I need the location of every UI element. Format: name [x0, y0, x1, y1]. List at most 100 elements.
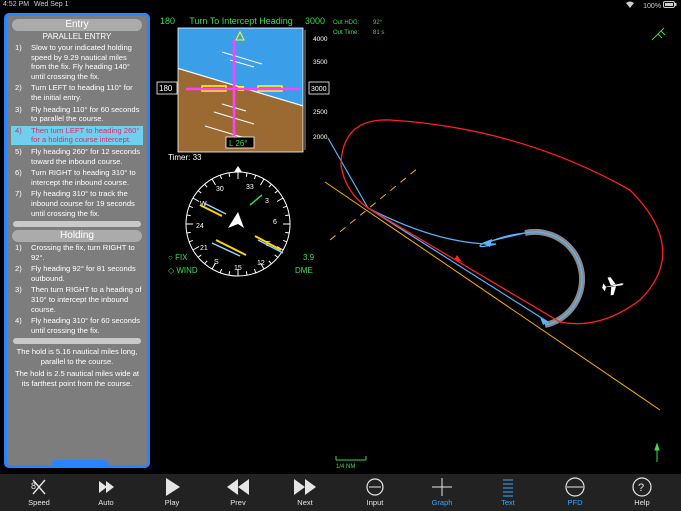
out-time-value: 81 s — [373, 30, 384, 36]
entry-step[interactable]: 1) Slow to your indicated holding speed b… — [11, 43, 143, 81]
entry-step[interactable]: 3) Fly heading 110° for 60 seconds to par… — [11, 105, 143, 124]
speed-label: Speed — [28, 498, 50, 507]
holding-step[interactable]: 2) Fly heading 92° for 81 seconds outboun… — [11, 264, 143, 283]
pfd-icon — [565, 477, 585, 497]
alt-tape-label: 3500 — [313, 59, 328, 66]
entry-track — [340, 119, 664, 325]
entry-step[interactable]: 2) Turn LEFT to heading 110° for the init… — [11, 83, 143, 102]
attitude-indicator — [177, 27, 304, 153]
next-button[interactable]: Next — [275, 474, 335, 511]
course-needle — [199, 204, 282, 256]
compass-tick — [211, 178, 216, 186]
compass-tick — [268, 183, 272, 188]
battery-icon — [663, 1, 677, 8]
speed-button[interactable]: 8 Speed — [9, 474, 69, 511]
prev-icon — [227, 479, 249, 495]
wind-label: ◇ WIND — [168, 266, 198, 275]
wifi-icon — [625, 1, 635, 11]
compass-tick — [192, 197, 200, 202]
compass-label: 24 — [196, 223, 204, 230]
compass-tick — [253, 268, 257, 274]
entry-section-header: Entry — [12, 19, 142, 31]
instructions-panel[interactable]: Entry PARALLEL ENTRY 1) Slow to your indi… — [4, 13, 150, 468]
holding-track — [327, 137, 549, 323]
bottom-toolbar: 8 Speed Auto Play Prev Next Input Graph … — [0, 474, 681, 511]
input-button[interactable]: Input — [345, 474, 405, 511]
compass-tick — [228, 271, 231, 276]
holding-section-header: Holding — [12, 230, 142, 243]
pitch-ladder — [204, 51, 263, 139]
compass-tick — [253, 174, 257, 180]
alt-tape-label: 2500 — [313, 109, 328, 116]
compass-tick — [219, 174, 223, 180]
compass-label: 3 — [265, 198, 269, 205]
auto-button[interactable]: Auto — [76, 474, 136, 511]
compass-tick — [260, 178, 265, 186]
timer-readout: Timer: 33 — [168, 153, 202, 162]
entry-step-active[interactable]: 4) Then turn LEFT to heading 260° for a h… — [11, 125, 143, 145]
holding-step[interactable]: 1) Crossing the fix, turn RIGHT to 92°. — [11, 243, 143, 262]
holding-step[interactable]: 3) Then turn RIGHT to a heading of 310° t… — [11, 285, 143, 314]
altitude-tape: 4000 3500 2500 2000 3000 — [304, 30, 330, 150]
section-divider — [13, 338, 141, 345]
alt-tape-label: 2000 — [313, 134, 328, 141]
holding-step[interactable]: 4) Fly heading 310° for 60 seconds until … — [11, 316, 143, 335]
track-arrow-icon — [482, 239, 492, 247]
pfd-altitude-readout: 3000 — [305, 16, 325, 26]
prev-button[interactable]: Prev — [208, 474, 268, 511]
out-time-label: Out Time: — [333, 30, 359, 36]
compass-tick — [219, 268, 223, 274]
compass-label: 6 — [273, 219, 277, 226]
compass-tick — [285, 231, 290, 234]
compass-tick — [188, 239, 194, 243]
compass-tick — [282, 205, 288, 209]
compass-tick — [197, 254, 202, 258]
airplane-icon — [602, 277, 624, 296]
status-date: Wed Sep 1 — [34, 1, 69, 8]
play-button[interactable]: Play — [142, 474, 202, 511]
play-label: Play — [164, 498, 180, 507]
compass-tick — [192, 246, 200, 251]
compass-label: 33 — [246, 184, 254, 191]
hsi-aircraft-icon — [228, 212, 244, 228]
hsi-compass: 33 3 6 E 12 15 S 21 24 W 30 — [185, 166, 291, 277]
prev-label: Prev — [230, 498, 246, 507]
entry-steps: 1) Slow to your indicated holding speed b… — [7, 43, 147, 218]
text-button[interactable]: Text — [478, 474, 538, 511]
compass-tick — [188, 205, 194, 209]
fix-label: ○ FIX — [168, 253, 188, 262]
graph-button[interactable]: Graph — [412, 474, 472, 511]
altitude-box — [308, 81, 330, 95]
entry-type: PARALLEL ENTRY — [42, 32, 112, 41]
auto-label: Auto — [98, 498, 114, 507]
holding-track-arc — [524, 231, 583, 326]
compass-tick — [260, 262, 265, 270]
compass-label: W — [200, 201, 207, 208]
help-button[interactable]: ? Help — [612, 474, 672, 511]
compass-tick — [285, 214, 290, 217]
compass-label: 21 — [200, 245, 208, 252]
inbound-course-line — [324, 181, 661, 411]
play-icon — [166, 478, 180, 496]
entry-step[interactable]: 6) Turn RIGHT to heading 310° to intercep… — [11, 168, 143, 187]
aircraft-wing-right-icon — [257, 85, 283, 92]
text-label: Text — [501, 498, 515, 507]
pfd-button[interactable]: PFD — [545, 474, 605, 511]
next-label: Next — [297, 498, 313, 507]
heading-box-value: L 26° — [229, 139, 247, 148]
input-label: Input — [366, 498, 384, 507]
entry-arrow-icon — [454, 255, 462, 262]
text-icon — [503, 479, 513, 497]
wind-indicator-icon — [651, 27, 666, 41]
panel-scroll-tab[interactable] — [51, 460, 109, 465]
out-hdg-label: Out HDG: — [333, 20, 360, 26]
holding-pattern-map: 1/4 NM — [324, 119, 664, 470]
speed-box-value: 180 — [159, 84, 173, 93]
altitude-box-value: 3000 — [311, 86, 327, 93]
entry-step[interactable]: 5) Fly heading 260° for 12 seconds toward… — [11, 147, 143, 166]
holding-turn-arc — [524, 228, 586, 328]
entry-step[interactable]: 7) Fly heading 310° to track the inbound … — [11, 189, 143, 218]
svg-text:?: ? — [638, 482, 644, 494]
compass-label: E — [266, 241, 271, 248]
graph-icon — [432, 478, 452, 496]
